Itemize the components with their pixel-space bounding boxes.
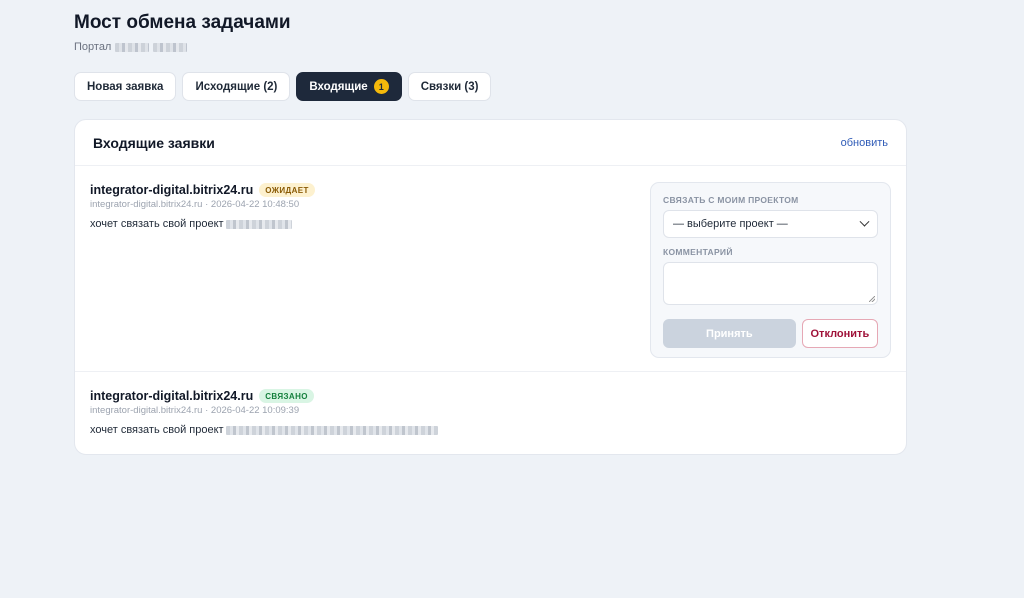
page: Мост обмена задачами Портал Новая заявка… — [74, 12, 907, 455]
panel-actions: Принять Отклонить — [663, 319, 878, 348]
page-title: Мост обмена задачами — [74, 12, 291, 33]
card-header: Входящие заявки обновить — [75, 120, 906, 166]
reject-button[interactable]: Отклонить — [801, 319, 878, 348]
link-project-label: СВЯЗАТЬ С МОИМ ПРОЕКТОМ — [663, 195, 799, 205]
resize-grip-icon[interactable] — [869, 296, 875, 302]
request-item: integrator-digital.bitrix24.ru СВЯЗАНО i… — [75, 372, 906, 454]
request-host: integrator-digital.bitrix24.ru — [90, 389, 254, 403]
portal-label: Портал — [74, 41, 112, 53]
incoming-requests-card: Входящие заявки обновить integrator-digi… — [74, 119, 907, 455]
redacted-portal-name — [115, 42, 150, 52]
request-message-text: хочет связать свой проект — [90, 424, 224, 436]
refresh-link[interactable]: обновить — [841, 137, 888, 149]
tab-label: Новая заявка — [87, 80, 164, 93]
tab-bar: Новая заявка Исходящие (2) Входящие 1 Св… — [74, 72, 492, 101]
tab-links[interactable]: Связки (3) — [407, 72, 492, 101]
request-meta: integrator-digital.bitrix24.ru · 2026-04… — [90, 405, 300, 416]
tab-label: Исходящие (2) — [195, 80, 278, 93]
tab-new-request[interactable]: Новая заявка — [74, 72, 177, 101]
project-select-value: — выберите проект — — [673, 218, 788, 230]
status-badge: ОЖИДАЕТ — [259, 183, 315, 197]
redacted-project-name — [225, 219, 292, 229]
accept-button[interactable]: Принять — [663, 319, 796, 348]
tab-outgoing[interactable]: Исходящие (2) — [182, 72, 291, 101]
comment-label: КОММЕНТАРИЙ — [663, 247, 733, 257]
tab-label: Входящие — [309, 80, 368, 93]
project-select[interactable]: — выберите проект — — [663, 210, 878, 238]
chevron-down-icon — [859, 216, 870, 227]
incoming-count-badge: 1 — [373, 79, 389, 94]
request-item: integrator-digital.bitrix24.ru ОЖИДАЕТ i… — [75, 166, 906, 372]
card-title: Входящие заявки — [93, 134, 215, 151]
tab-label: Связки (3) — [420, 80, 479, 93]
redacted-project-name — [225, 425, 438, 435]
link-panel: СВЯЗАТЬ С МОИМ ПРОЕКТОМ — выберите проек… — [650, 182, 891, 358]
request-host: integrator-digital.bitrix24.ru — [90, 183, 254, 197]
request-host-line: integrator-digital.bitrix24.ru СВЯЗАНО — [90, 372, 891, 403]
comment-textarea[interactable] — [663, 262, 878, 305]
request-message: хочет связать свой проект — [90, 424, 891, 436]
portal-line: Портал — [74, 40, 907, 54]
tab-incoming[interactable]: Входящие 1 — [296, 72, 402, 101]
redacted-portal-domain — [153, 42, 188, 52]
status-badge: СВЯЗАНО — [259, 389, 314, 403]
request-message-text: хочет связать свой проект — [90, 218, 224, 230]
